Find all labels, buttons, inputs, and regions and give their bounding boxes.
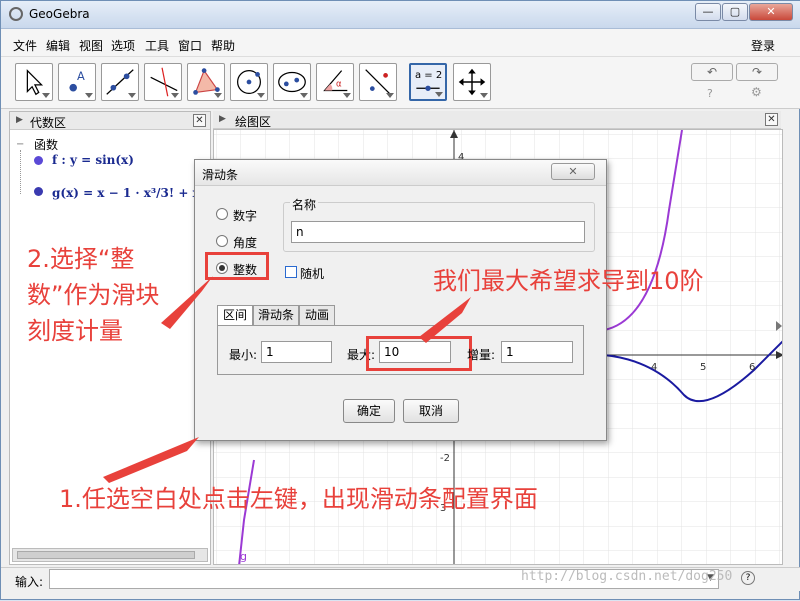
arrow-step2 <box>161 276 213 329</box>
arrow-max <box>419 297 471 343</box>
geogebra-window: GeoGebra — ▢ ✕ 文件 编辑 视图 选项 工具 窗口 帮助 登录 A <box>0 0 800 600</box>
arrow-step1 <box>103 437 199 483</box>
watermark-text: http://blog.csdn.net/dog250 <box>521 569 733 584</box>
annotation-arrows <box>103 276 471 483</box>
